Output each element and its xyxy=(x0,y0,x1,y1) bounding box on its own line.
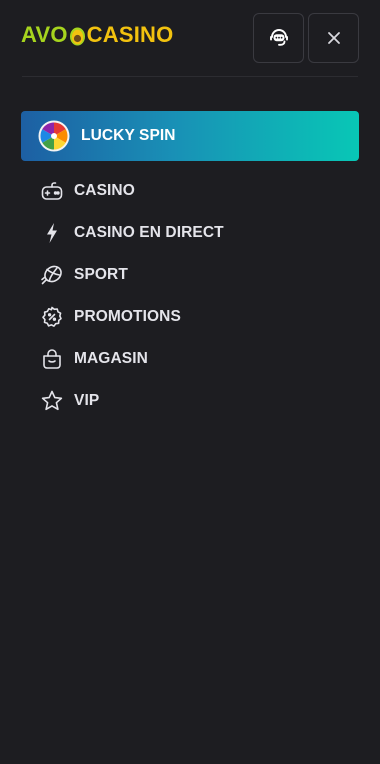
fortune-wheel-icon xyxy=(38,120,70,152)
close-menu-button[interactable] xyxy=(308,13,359,63)
menu-item-promotions[interactable]: PROMOTIONS xyxy=(40,296,340,338)
menu-item-label: SPORT xyxy=(74,266,128,283)
avocasino-logo[interactable]: AVO CASINO xyxy=(21,24,173,46)
menu-item-live-casino[interactable]: CASINO EN DIRECT xyxy=(40,212,340,254)
menu-item-label: MAGASIN xyxy=(74,350,148,367)
lucky-spin-label: LUCKY SPIN xyxy=(81,127,176,144)
ball-icon xyxy=(40,263,64,287)
menu-item-casino[interactable]: CASINO xyxy=(40,170,340,212)
menu-item-label: PROMOTIONS xyxy=(74,308,181,325)
star-icon xyxy=(40,389,64,413)
menu-item-label: CASINO EN DIRECT xyxy=(74,224,224,241)
support-chat-button[interactable] xyxy=(253,13,304,63)
menu-item-vip[interactable]: VIP xyxy=(40,380,340,422)
logo-text-avo: AVO xyxy=(21,22,68,47)
logo-text-casino: CASINO xyxy=(86,22,174,47)
menu-item-label: VIP xyxy=(74,392,100,409)
side-menu-screen: AVO CASINO LUCKY SPIN CASINO CASINO EN D… xyxy=(0,0,380,764)
header-divider xyxy=(22,76,358,77)
menu-header: AVO CASINO xyxy=(0,0,380,76)
close-icon xyxy=(327,31,341,45)
percent-badge-icon xyxy=(40,305,64,329)
menu-item-sport[interactable]: SPORT xyxy=(40,254,340,296)
lightning-icon xyxy=(40,221,64,245)
menu-item-shop[interactable]: MAGASIN xyxy=(40,338,340,380)
gamepad-icon xyxy=(40,179,64,203)
avocado-icon xyxy=(69,24,86,46)
shopping-bag-icon xyxy=(40,347,64,371)
chat-support-icon xyxy=(267,26,291,50)
lucky-spin-button[interactable]: LUCKY SPIN xyxy=(21,111,359,161)
menu-item-label: CASINO xyxy=(74,182,135,199)
